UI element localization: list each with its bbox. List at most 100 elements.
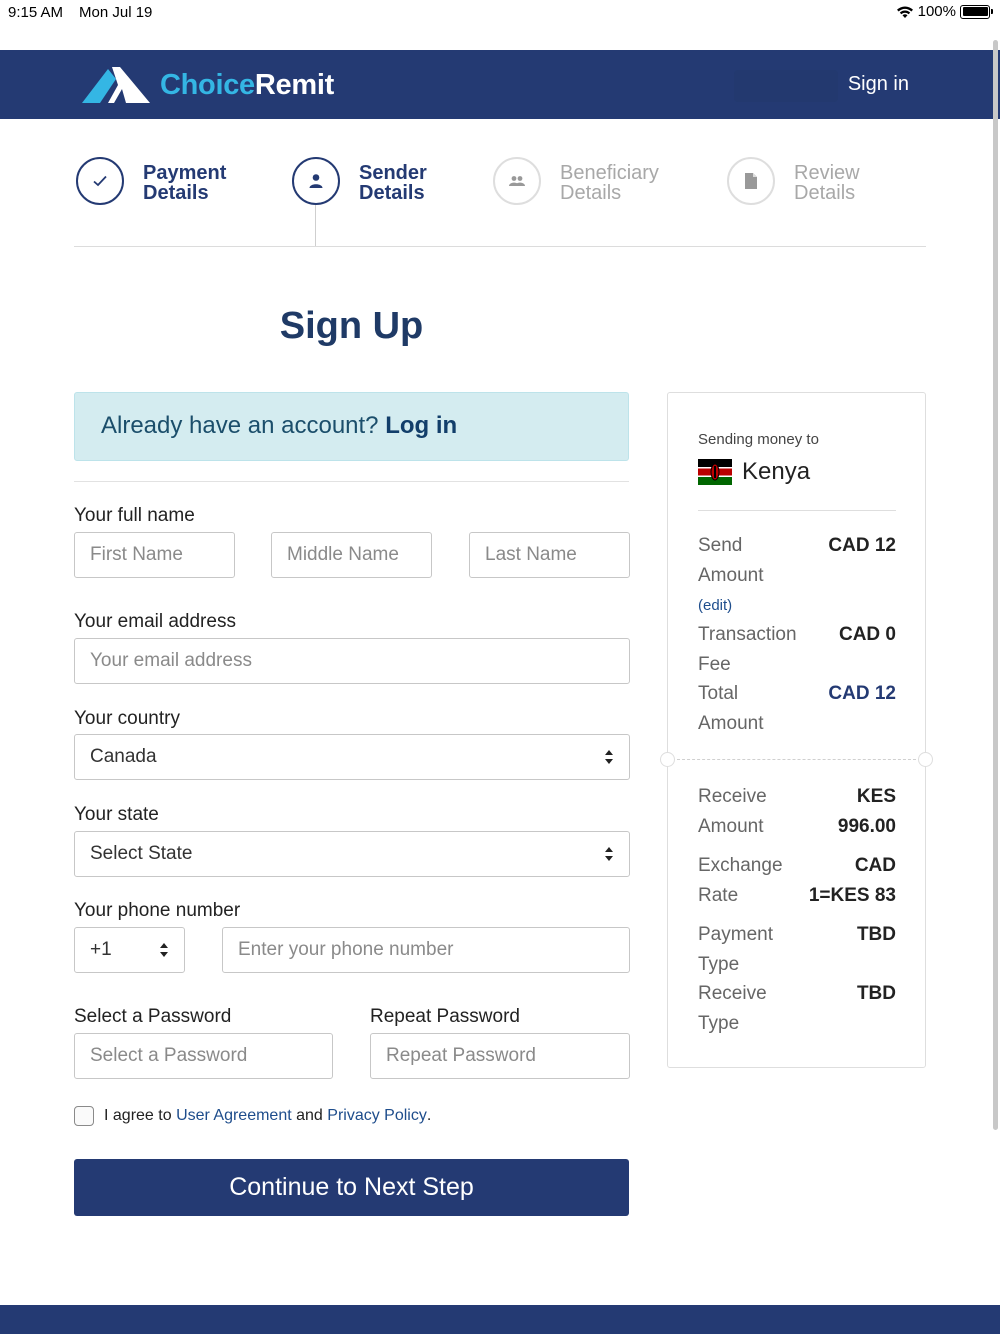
footer-bar [0,1305,1000,1334]
summary-dashed-divider [672,759,921,760]
user-icon [309,174,323,188]
first-name-input[interactable]: First Name [74,532,235,578]
logo-text-choice: Choice [160,68,255,101]
state-select-value: Select State [90,843,193,864]
kenya-flag-icon [698,459,732,485]
transfer-summary-card: Sending money to Kenya Send Amount CAD 1… [660,392,933,1068]
header-hidden-button [734,70,838,102]
receive-type-value: TBD [856,983,896,1004]
receive-amount-row: Receive Amount KES 996.00 [698,782,896,842]
send-amount-value: CAD 12 [828,535,896,556]
status-bar: 9:15 AM Mon Jul 19 100% [0,0,1000,26]
battery-icon [960,4,993,19]
total-amount-row: Total Amount CAD 12 [698,679,896,739]
exchange-rate-label: Exchange Rate [698,855,783,906]
step-label-line1: Beneficiary [560,162,659,184]
password-input[interactable]: Select a Password [74,1033,333,1079]
phone-number-input[interactable]: Enter your phone number [222,927,630,973]
transaction-fee-label: Transaction Fee [698,624,797,675]
phone-code-select[interactable]: +1 [74,927,185,973]
select-arrows-icon [160,943,168,957]
login-alert: Already have an account? Log in [74,392,629,461]
step-connector [315,205,316,246]
status-indicators: 100% [896,3,993,20]
state-select[interactable]: Select State [74,831,630,877]
repeat-password-label: Repeat Password [370,1006,520,1027]
document-icon [745,173,757,189]
email-label: Your email address [74,611,236,632]
middle-name-input[interactable]: Middle Name [271,532,432,578]
agreement-prefix: I agree to [104,1107,172,1124]
sign-in-link[interactable]: Sign in [848,73,909,96]
step-label-line2: Details [794,182,856,204]
receive-amount-value: KES 996.00 [837,786,896,837]
country-select[interactable]: Canada [74,734,630,780]
users-icon [509,176,525,186]
agreement-row: I agree to User Agreement and Privacy Po… [74,1106,431,1126]
country-label: Your country [74,708,180,729]
check-icon [93,175,107,187]
exchange-rate-value: CAD 1=KES 83 [808,855,896,906]
state-label: Your state [74,804,159,825]
total-amount-label: Total Amount [698,683,764,734]
payment-type-row: Payment Type TBD [698,920,896,980]
repeat-password-input[interactable]: Repeat Password [370,1033,630,1079]
step-label-line1: Review [794,162,860,184]
card-notch-left [660,752,675,767]
receive-amount-label: Receive Amount [698,786,767,837]
scrollbar[interactable] [993,40,998,1130]
logo-mark-icon [82,67,150,103]
select-arrows-icon [605,847,613,861]
step-label-line2: Details [143,182,209,204]
email-input[interactable]: Your email address [74,638,630,684]
login-prompt-text: Already have an account? [101,412,379,439]
continue-button[interactable]: Continue to Next Step [74,1159,629,1216]
summary-caption: Sending money to [698,431,819,448]
privacy-policy-link[interactable]: Privacy Policy [327,1107,427,1125]
receive-type-row: Receive Type TBD [698,979,896,1039]
payment-type-value: TBD [856,924,896,945]
step-review-details[interactable]: Review Details [727,157,860,205]
user-agreement-link[interactable]: User Agreement [176,1107,292,1125]
logo-text-remit: Remit [254,68,334,101]
phone-code-value: +1 [90,939,112,960]
choiceremit-logo[interactable]: ChoiceRemit [82,65,334,105]
destination-country: Kenya [698,458,810,486]
transaction-fee-row: Transaction Fee CAD 0 [698,620,896,680]
status-time: 9:15 AM [8,4,64,21]
progress-stepper: Payment Details Sender Details Beneficia… [74,157,926,247]
step-label-line2: Details [560,182,622,204]
send-amount-row: Send Amount CAD 12 [698,531,896,591]
summary-divider [698,510,896,511]
status-date: Mon Jul 19 [79,4,153,21]
step-label-line2: Details [359,182,425,204]
agreement-and: and [296,1107,323,1124]
agreement-checkbox[interactable] [74,1106,94,1126]
step-sender-details[interactable]: Sender Details [292,157,427,205]
step-payment-details[interactable]: Payment Details [76,157,226,205]
exchange-rate-row: Exchange Rate CAD 1=KES 83 [698,851,896,911]
step-label-line1: Payment [143,162,227,184]
full-name-label: Your full name [74,505,195,526]
destination-country-name: Kenya [742,458,811,485]
transaction-fee-value: CAD 0 [838,624,896,645]
edit-amount-link[interactable]: (edit) [698,597,732,614]
login-link[interactable]: Log in [385,412,457,439]
payment-type-label: Payment Type [698,924,773,975]
divider [74,481,629,482]
top-navbar: ChoiceRemit Sign in [0,50,1000,119]
step-label-line1: Sender [359,162,427,184]
page-title: Sign Up [279,305,424,347]
wifi-icon [896,6,913,18]
country-select-value: Canada [90,746,157,767]
password-label: Select a Password [74,1006,232,1027]
select-arrows-icon [605,750,613,764]
last-name-input[interactable]: Last Name [469,532,630,578]
battery-percent: 100% [917,3,956,20]
phone-label: Your phone number [74,900,241,921]
receive-type-label: Receive Type [698,983,767,1034]
total-amount-value: CAD 12 [828,683,896,704]
agreement-suffix: . [426,1107,432,1124]
step-beneficiary-details[interactable]: Beneficiary Details [493,157,659,205]
card-notch-right [918,752,933,767]
